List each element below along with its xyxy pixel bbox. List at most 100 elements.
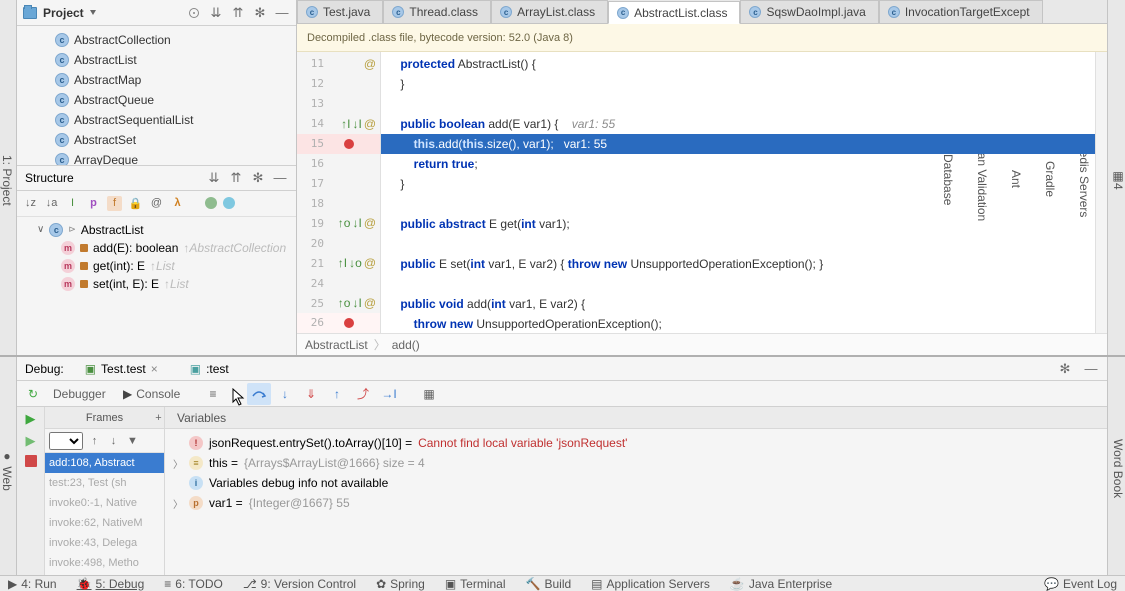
stack-frame[interactable]: invoke:43, Delega — [45, 533, 164, 553]
filter-icon[interactable]: ▼ — [125, 433, 140, 448]
editor-tab[interactable]: cAbstractList.class — [608, 1, 740, 24]
line-number[interactable]: 21↑I ↓o @ — [297, 253, 380, 273]
line-number[interactable]: 19↑o ↓I @ — [297, 213, 380, 233]
stack-frame[interactable]: invoke:62, NativeM — [45, 513, 164, 533]
field-filter-icon[interactable]: f — [107, 196, 122, 211]
rerun-icon[interactable]: ↻ — [21, 383, 45, 405]
run-config-test[interactable]: ▣Test.test× — [74, 358, 169, 380]
line-number[interactable]: 26 — [297, 313, 380, 333]
line-number[interactable]: 15 — [297, 134, 380, 154]
collapse-all-icon[interactable]: ⇈ — [230, 5, 246, 21]
expand-all-icon[interactable]: ⇊ — [208, 5, 224, 21]
add-watch-icon[interactable]: + — [151, 410, 166, 425]
expand-icon[interactable]: 〉 — [173, 456, 183, 471]
interface-filter-icon[interactable]: I — [65, 196, 80, 211]
step-out-button[interactable]: ↑ — [325, 383, 349, 405]
todo-status-tab[interactable]: ≡ 6: TODO — [164, 577, 223, 591]
debug-status-tab[interactable]: 🐞 5: Debug — [77, 577, 145, 591]
sort-by-visibility-icon[interactable]: ↓z — [23, 196, 38, 211]
lambda-filter-icon[interactable]: λ — [170, 196, 185, 211]
code-line[interactable] — [381, 274, 1095, 294]
force-step-into-button[interactable]: ⇓ — [299, 383, 323, 405]
line-number[interactable]: 20 — [297, 233, 380, 253]
line-number[interactable]: 13 — [297, 94, 380, 114]
breadcrumb-class[interactable]: AbstractList — [305, 338, 368, 352]
java-ee-status-tab[interactable]: ☕ Java Enterprise — [730, 577, 832, 591]
breakpoint-icon[interactable] — [344, 139, 354, 149]
project-tool-tab[interactable]: 1: Project — [0, 155, 14, 206]
step-over-button[interactable] — [247, 383, 271, 405]
line-number[interactable]: 25↑o ↓I @ — [297, 293, 380, 313]
structure-root[interactable]: ∨c⊳AbstractList — [17, 221, 296, 239]
console-tab[interactable]: ▶Console — [119, 383, 199, 405]
project-tree[interactable]: cAbstractCollectioncAbstractListcAbstrac… — [17, 26, 296, 165]
property-filter-icon[interactable]: p — [86, 196, 101, 211]
code-line[interactable]: public E set(int var1, E var2) { throw n… — [381, 254, 1095, 274]
stack-frame[interactable]: invoke:498, Metho — [45, 553, 164, 573]
code-line[interactable]: } — [381, 174, 1095, 194]
next-frame-icon[interactable]: ↓ — [106, 433, 121, 448]
code-line[interactable]: throw new UnsupportedOperationException(… — [381, 314, 1095, 333]
code-line[interactable]: this.add(this.size(), var1); var1: 55 — [381, 134, 1095, 154]
spring-status-tab[interactable]: ✿ Spring — [376, 577, 425, 591]
gutter-override-icons[interactable]: ↑I ↓I @ — [341, 117, 376, 131]
line-number[interactable]: 18 — [297, 193, 380, 213]
line-number[interactable]: 14↑I ↓I @ — [297, 114, 380, 134]
tree-item[interactable]: cAbstractSet — [17, 130, 296, 150]
drop-frame-button[interactable]: ⤴ — [351, 383, 375, 405]
breakpoint-icon[interactable] — [344, 318, 354, 328]
run-config-gradle-test[interactable]: ▣:test — [179, 358, 240, 380]
line-number-gutter[interactable]: 11@121314↑I ↓I @1516171819↑o ↓I @2021↑I … — [297, 52, 381, 333]
tree-item[interactable]: cAbstractSequentialList — [17, 110, 296, 130]
line-number[interactable]: 16 — [297, 154, 380, 174]
build-status-tab[interactable]: 🔨 Build — [526, 577, 572, 591]
variable-row[interactable]: 〉≡this = {Arrays$ArrayList@1666} size = … — [173, 453, 1099, 473]
gutter-override-icons[interactable]: ↑I ↓o @ — [338, 256, 376, 270]
scroll-from-source-icon[interactable] — [186, 5, 202, 21]
green-circle-icon[interactable] — [205, 197, 217, 209]
variable-row[interactable]: iVariables debug info not available — [173, 473, 1099, 493]
code-body[interactable]: protected AbstractList() { } public bool… — [381, 52, 1095, 333]
expand-icon[interactable]: ⇊ — [206, 170, 222, 186]
stack-frame[interactable]: invoke0:-1, Native — [45, 493, 164, 513]
prev-frame-icon[interactable]: ↑ — [87, 433, 102, 448]
web-tab[interactable]: ● Web — [0, 449, 14, 491]
tree-item[interactable]: cAbstractMap — [17, 70, 296, 90]
editor-tab[interactable]: cTest.java — [297, 0, 383, 23]
code-line[interactable] — [381, 194, 1095, 214]
stack-frame[interactable]: add:108, Abstract — [45, 453, 164, 473]
sort-alpha-icon[interactable]: ↓a — [44, 196, 59, 211]
run-to-cursor-button[interactable]: →I — [377, 383, 401, 405]
frames-list[interactable]: add:108, Abstracttest:23, Test (shinvoke… — [45, 453, 164, 573]
line-number[interactable]: 11@ — [297, 54, 380, 74]
gutter-override-icons[interactable]: ↑o ↓I @ — [338, 296, 376, 310]
code-line[interactable] — [381, 94, 1095, 114]
tree-item[interactable]: cArrayDeque — [17, 150, 296, 165]
resume-button[interactable]: ▶ — [26, 411, 36, 427]
variable-row[interactable]: !jsonRequest.entrySet().toArray()[10] = … — [173, 433, 1099, 453]
threads-icon[interactable]: ≡ — [201, 383, 225, 405]
editor-tab[interactable]: cArrayList.class — [491, 0, 608, 23]
variables-body[interactable]: !jsonRequest.entrySet().toArray()[10] = … — [165, 429, 1107, 575]
editor-tab[interactable]: cSqswDaoImpl.java — [740, 0, 878, 23]
code-line[interactable]: public boolean add(E var1) { var1: 55 — [381, 114, 1095, 134]
code-line[interactable]: protected AbstractList() { — [381, 54, 1095, 74]
code-line[interactable]: } — [381, 74, 1095, 94]
app-servers-status-tab[interactable]: ▤ Application Servers — [591, 577, 710, 591]
code-line[interactable]: public void add(int var1, E var2) { — [381, 294, 1095, 314]
anon-filter-icon[interactable]: @ — [149, 196, 164, 211]
expand-icon[interactable]: 〉 — [173, 496, 183, 511]
breadcrumb-method[interactable]: add() — [392, 338, 420, 352]
error-stripe[interactable] — [1095, 52, 1107, 333]
project-dropdown-icon[interactable] — [90, 10, 96, 15]
structure-tree[interactable]: ∨c⊳AbstractListmadd(E): boolean ↑Abstrac… — [17, 217, 296, 356]
variable-row[interactable]: 〉pvar1 = {Integer@1667} 55 — [173, 493, 1099, 513]
event-log-tab[interactable]: 💬 Event Log — [1044, 577, 1117, 591]
code-line[interactable]: return true; — [381, 154, 1095, 174]
close-icon[interactable]: × — [151, 362, 158, 376]
code-line[interactable]: public abstract E get(int var1); — [381, 214, 1095, 234]
blue-circle-icon[interactable] — [223, 197, 235, 209]
word-book-tab[interactable]: Word Book — [1111, 439, 1125, 498]
hide-icon[interactable]: — — [274, 5, 290, 21]
stack-frame[interactable]: test:23, Test (sh — [45, 473, 164, 493]
